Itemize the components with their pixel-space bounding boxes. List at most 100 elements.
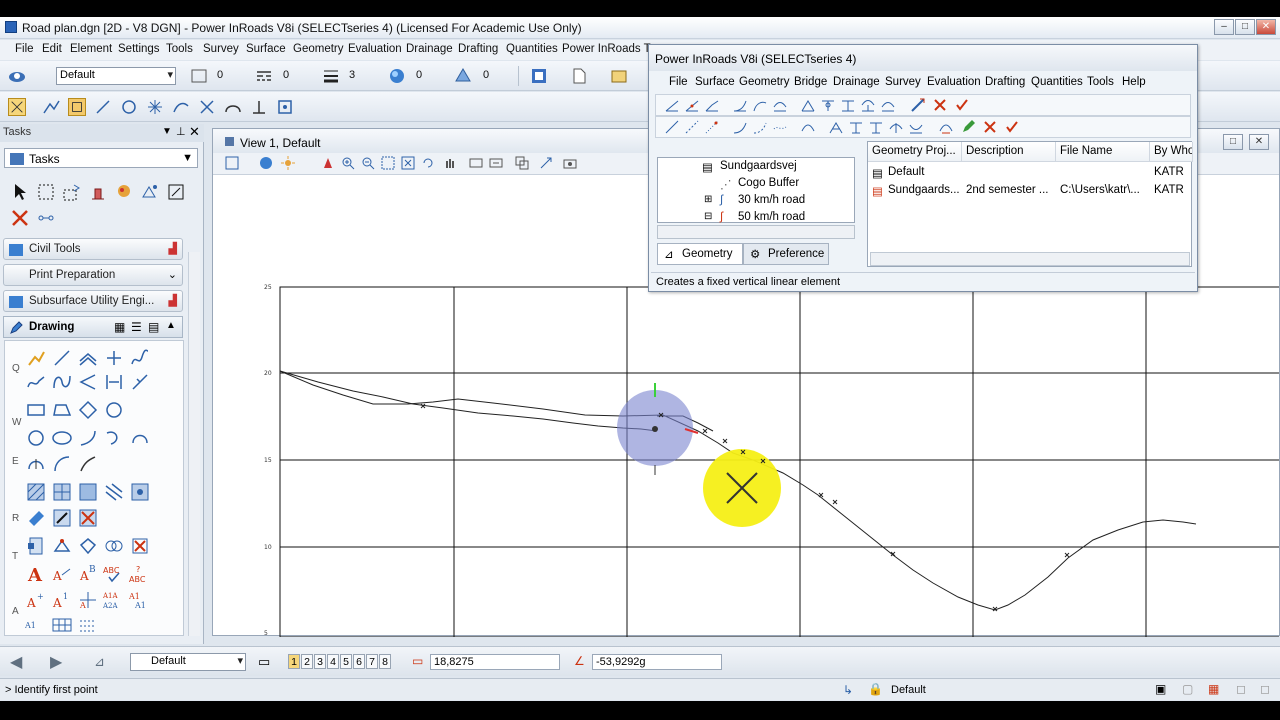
modify-tool-icon[interactable]	[88, 182, 108, 202]
text-table-icon[interactable]	[51, 615, 73, 637]
view-restore-button[interactable]: □	[1223, 134, 1243, 150]
table-row[interactable]: ▤ Default KATR	[868, 164, 1193, 182]
place-smartline-icon[interactable]	[25, 347, 47, 369]
vertical-pi-grade-icon[interactable]	[828, 119, 844, 135]
fixed-vertical-curve-icon[interactable]	[732, 119, 748, 135]
snap-mode-icon[interactable]: ◻	[1236, 682, 1246, 696]
close-icon[interactable]: ✕	[189, 124, 200, 140]
dropdown-icon[interactable]: ▼	[162, 126, 172, 137]
place-note-icon[interactable]: A1	[25, 615, 47, 637]
pir-menu-bridge[interactable]: Bridge	[794, 76, 827, 88]
pir-menu-drainage[interactable]: Drainage	[833, 76, 880, 88]
menu-evaluation[interactable]: Evaluation	[348, 43, 402, 55]
delete-pattern-icon[interactable]	[77, 507, 99, 529]
delete-part-icon[interactable]	[140, 182, 160, 202]
place-block-icon[interactable]	[25, 399, 47, 421]
pir-menu-quantities[interactable]: Quantities	[1031, 76, 1083, 88]
view-3-button[interactable]: 3	[314, 654, 326, 669]
angle-field[interactable]: -53,9292g	[592, 654, 722, 670]
column-geometry-project[interactable]: Geometry Proj...	[868, 142, 962, 162]
tab-preferences[interactable]: ⚙ Preference	[743, 243, 829, 265]
zoom-out-icon[interactable]	[361, 156, 375, 170]
distance-field[interactable]: 18,8275	[430, 654, 560, 670]
forward-icon[interactable]: ▶	[50, 652, 62, 672]
hatch-area-icon[interactable]	[25, 481, 47, 503]
keypoint-snap-icon[interactable]	[68, 98, 86, 116]
active-level-combo[interactable]: Default	[130, 653, 246, 671]
create-region-icon[interactable]	[25, 535, 47, 557]
free-vertical-line-icon[interactable]	[704, 119, 720, 135]
place-shape-icon[interactable]	[51, 399, 73, 421]
nearest-snap-icon[interactable]	[94, 98, 112, 116]
fixed-vertical-line-icon[interactable]	[664, 119, 680, 135]
menu-drafting[interactable]: Drafting	[458, 43, 498, 55]
new-file-icon[interactable]	[570, 67, 588, 85]
perpendicular-snap-icon[interactable]	[250, 98, 268, 116]
design-history-icon[interactable]: ▢	[1182, 682, 1193, 696]
vertical-intersect-icon[interactable]	[888, 119, 904, 135]
view-5-button[interactable]: 5	[340, 654, 352, 669]
show-pattern-attributes-icon[interactable]	[129, 481, 151, 503]
status-extra-icon[interactable]: ◻	[1260, 682, 1270, 696]
pir-menu-file[interactable]: File	[669, 76, 688, 88]
tasks-scrollbar[interactable]	[188, 252, 200, 636]
fill-element-icon[interactable]	[25, 507, 47, 529]
view-4-button[interactable]: 4	[327, 654, 339, 669]
menu-settings[interactable]: Settings	[118, 43, 160, 55]
snap-icon[interactable]	[8, 98, 26, 116]
tree-hscrollbar[interactable]	[657, 225, 855, 239]
expand-icon[interactable]: ⊞	[704, 194, 712, 205]
menu-quantities[interactable]: Quantities	[506, 43, 558, 55]
collapse-icon[interactable]: ⊟	[704, 211, 712, 222]
level-combo[interactable]: Default	[56, 67, 176, 85]
place-circle-icon[interactable]	[25, 427, 47, 449]
create-complex-chain-icon[interactable]	[51, 535, 73, 557]
column-by-who[interactable]: By Who	[1150, 142, 1193, 162]
menu-surface[interactable]: Surface	[246, 43, 286, 55]
pir-menu-help[interactable]: Help	[1122, 76, 1146, 88]
vertical-pencil-icon[interactable]	[960, 119, 976, 135]
view-7-button[interactable]: 7	[366, 654, 378, 669]
construct-angle-icon[interactable]	[77, 371, 99, 393]
subsurface-utility-section[interactable]: Subsurface Utility Engi... ▟	[3, 290, 183, 312]
line-weight-icon[interactable]	[322, 67, 340, 85]
change-fill-icon[interactable]	[51, 507, 73, 529]
check-vertical-icon[interactable]	[954, 97, 970, 113]
menu-element[interactable]: Element	[70, 43, 112, 55]
view-attributes-icon[interactable]	[225, 156, 239, 170]
rotate-view-icon[interactable]	[421, 156, 435, 170]
minimize-button[interactable]: –	[1214, 19, 1234, 35]
list-view-icon[interactable]: ☰	[131, 320, 142, 334]
crosshatch-area-icon[interactable]	[51, 481, 73, 503]
view-8-button[interactable]: 8	[379, 654, 391, 669]
vertical-line-through-point-icon[interactable]	[684, 97, 700, 113]
pir-menu-drafting[interactable]: Drafting	[985, 76, 1025, 88]
pattern-area-icon[interactable]	[77, 481, 99, 503]
vertical-parabola-icon[interactable]	[752, 97, 768, 113]
place-smartline-icon[interactable]	[42, 98, 60, 116]
color-icon[interactable]	[190, 67, 208, 85]
spell-check-icon[interactable]: ABC	[103, 563, 125, 585]
brightness-icon[interactable]	[281, 156, 295, 170]
pan-view-icon[interactable]	[443, 156, 457, 170]
line-style-icon[interactable]	[255, 67, 273, 85]
manipulate-tool-icon[interactable]	[62, 182, 82, 202]
print-preparation-section[interactable]: Print Preparation ⌄	[3, 264, 183, 286]
pin-icon[interactable]: ⊥	[176, 125, 186, 138]
clip-volume-icon[interactable]	[539, 156, 553, 170]
camera-icon[interactable]	[563, 156, 577, 170]
place-bspline-icon[interactable]	[51, 371, 73, 393]
place-stream-icon[interactable]	[129, 347, 151, 369]
vertical-edit-2-icon[interactable]	[938, 119, 954, 135]
place-orthogonal-shape-icon[interactable]	[77, 399, 99, 421]
table-hscrollbar[interactable]	[870, 252, 1190, 266]
menu-geometry[interactable]: Geometry	[293, 43, 344, 55]
place-regular-polygon-icon[interactable]	[103, 399, 125, 421]
copy-view-icon[interactable]	[515, 156, 529, 170]
drop-complex-status-icon[interactable]	[129, 535, 151, 557]
accudraw-icon[interactable]: ↳	[843, 683, 853, 697]
modify-arc-radius-icon[interactable]	[103, 427, 125, 449]
create-complex-shape-icon[interactable]	[77, 535, 99, 557]
vertical-sag-icon[interactable]	[908, 119, 924, 135]
text-grid-icon[interactable]	[77, 615, 99, 637]
